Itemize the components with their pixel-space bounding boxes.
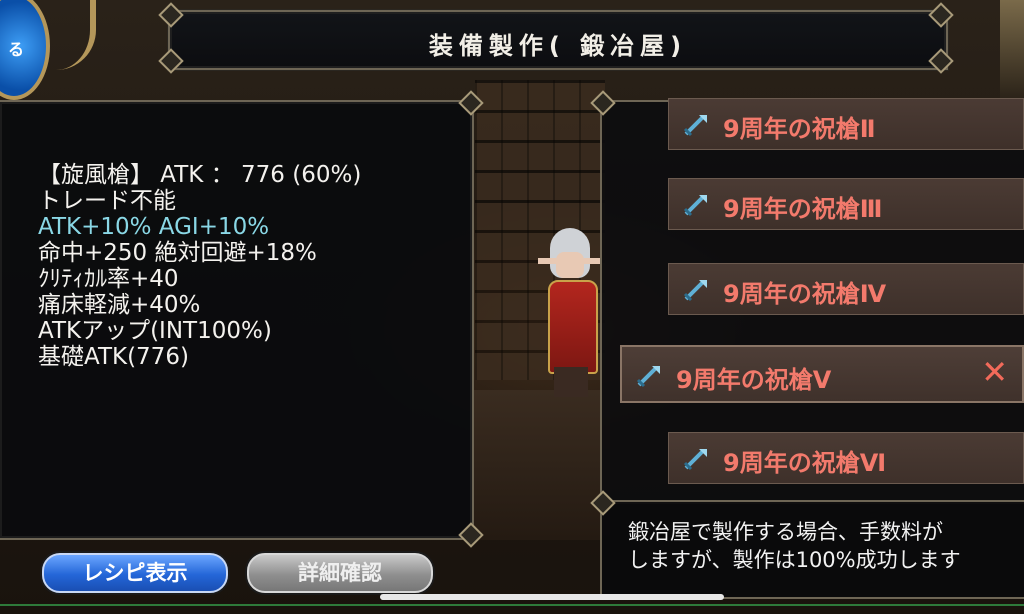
character-body <box>548 280 598 374</box>
recipe-name: 9周年の祝槍Ⅵ <box>723 449 887 477</box>
menu-orb-label: る <box>8 40 25 59</box>
message-panel: 鍛冶屋で製作する場合、手数料が しますが、製作は100%成功します <box>600 500 1024 599</box>
recipe-list-item[interactable]: 9周年の祝槍Ⅳ <box>668 263 1024 315</box>
item-stat-line: トレード不能 <box>38 188 176 214</box>
item-stats: 【旋風槍】 ATK ： 776 (60%) トレード不能 ATK+10% AGI… <box>38 162 361 370</box>
item-stat-line: 痛床軽減+40% <box>38 292 201 318</box>
progress-line <box>0 604 1024 606</box>
home-indicator[interactable] <box>380 594 724 600</box>
character-legs <box>554 367 588 397</box>
item-info-panel: 【旋風槍】 ATK ： 776 (60%) トレード不能 ATK+10% AGI… <box>0 100 474 540</box>
item-bonus-line: ATK+10% AGI+10% <box>38 214 270 240</box>
recipe-name: 9周年の祝槍Ⅲ <box>723 195 883 223</box>
right-ornament <box>1000 0 1024 100</box>
recipe-name: 9周年の祝槍Ⅱ <box>723 115 876 143</box>
close-icon[interactable]: ✕ <box>981 353 1008 391</box>
detail-check-button[interactable]: 詳細確認 <box>247 553 433 593</box>
spear-icon <box>683 280 707 302</box>
recipe-name: 9周年の祝槍Ⅳ <box>723 280 887 308</box>
spear-icon <box>683 449 707 471</box>
message-line: しますが、製作は100%成功します <box>628 548 961 572</box>
recipe-name: 9周年の祝槍Ⅴ <box>676 366 832 394</box>
background-floor <box>470 390 610 540</box>
spear-icon <box>683 115 707 137</box>
title-bar: 装備製作( 鍛冶屋) <box>168 10 948 70</box>
player-character <box>520 222 610 402</box>
item-stat-line: 【旋風槍】 ATK ： 776 (60%) <box>38 162 362 188</box>
item-stat-line: 基礎ATK(776) <box>38 344 189 370</box>
page-title: 装備製作( 鍛冶屋) <box>428 32 688 60</box>
item-stat-line: ｸﾘﾃｨｶﾙ率+40 <box>38 266 179 292</box>
spear-icon <box>683 195 707 217</box>
recipe-list-item[interactable]: 9周年の祝槍Ⅲ <box>668 178 1024 230</box>
message-line: 鍛冶屋で製作する場合、手数料が <box>628 520 943 544</box>
recipe-list-item-selected[interactable]: 9周年の祝槍Ⅴ ✕ <box>620 345 1024 403</box>
recipe-list-item[interactable]: 9周年の祝槍Ⅱ <box>668 98 1024 150</box>
item-stat-line: ATKアップ(INT100%) <box>38 318 272 344</box>
item-stat-line: 命中+250 絶対回避+18% <box>38 240 317 266</box>
spear-icon <box>636 366 660 388</box>
character-face <box>556 252 584 278</box>
character-left-ear <box>538 258 556 264</box>
show-recipe-button[interactable]: レシピ表示 <box>42 553 228 593</box>
recipe-list-item[interactable]: 9周年の祝槍Ⅵ <box>668 432 1024 484</box>
